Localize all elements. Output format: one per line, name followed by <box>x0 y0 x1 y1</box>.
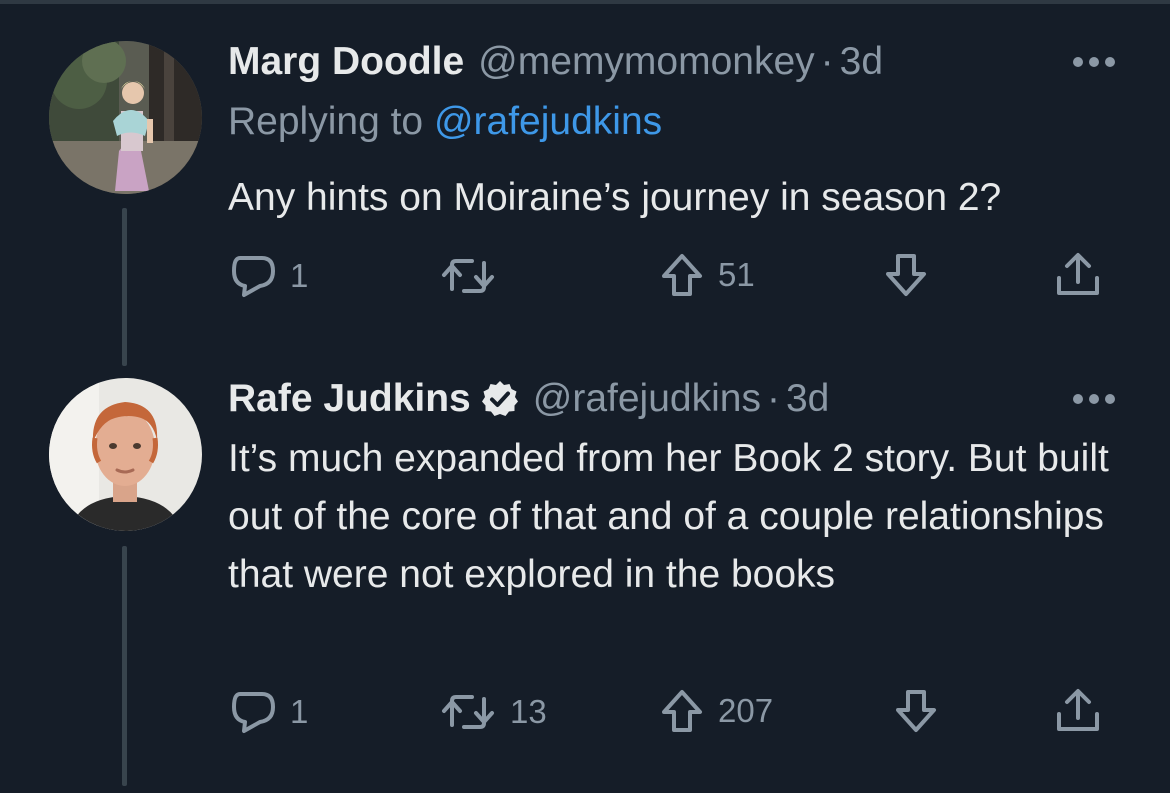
retweet-button[interactable]: 13 <box>440 691 547 733</box>
tweet-marg-doodle[interactable]: Marg Doodle @memymomonkey · 3d Replying … <box>0 0 1170 370</box>
separator: · <box>820 40 834 83</box>
reply-count: 1 <box>290 693 309 730</box>
reply-icon <box>232 692 275 733</box>
avatar[interactable] <box>49 378 202 531</box>
retweet-icon <box>442 259 494 293</box>
thread-line <box>122 546 127 786</box>
upvote-icon <box>662 254 702 296</box>
reply-button[interactable]: 1 <box>230 254 308 298</box>
upvote-count: 207 <box>718 692 774 729</box>
tweet-rafe-judkins[interactable]: Rafe Judkins @rafejudkins · 3d It’s much… <box>0 370 1170 793</box>
user-handle[interactable]: @memymomonkey <box>478 38 815 86</box>
share-icon <box>1057 689 1099 731</box>
replying-prefix: Replying to <box>228 100 434 143</box>
tweet-text: Any hints on Moiraine’s journey in seaso… <box>228 176 1002 219</box>
tweet-header: Marg Doodle @memymomonkey · 3d <box>228 38 883 86</box>
verified-badge-icon <box>481 381 518 416</box>
thread-line <box>122 208 127 366</box>
downvote-button[interactable] <box>894 688 938 734</box>
tweet-header: Rafe Judkins @rafejudkins · 3d <box>228 375 829 423</box>
retweet-button[interactable] <box>440 255 510 297</box>
upvote-button[interactable]: 207 <box>660 688 773 734</box>
replying-to: Replying to @rafejudkins <box>228 98 662 146</box>
timestamp[interactable]: 3d <box>786 375 829 423</box>
tweet-text: It’s much expanded from her Book 2 story… <box>228 437 1109 596</box>
downvote-button[interactable] <box>884 252 928 298</box>
more-icon[interactable] <box>1072 56 1116 68</box>
upvote-count: 51 <box>718 256 755 293</box>
upvote-button[interactable]: 51 <box>660 252 755 298</box>
retweet-count: 13 <box>510 693 547 730</box>
retweet-icon <box>442 695 494 729</box>
downvote-icon <box>886 254 926 296</box>
downvote-icon <box>896 690 936 732</box>
reply-count: 1 <box>290 257 309 294</box>
reply-icon <box>232 256 275 297</box>
share-button[interactable] <box>1054 250 1102 298</box>
share-icon <box>1057 253 1099 295</box>
timestamp[interactable]: 3d <box>840 38 883 86</box>
mention-link[interactable]: @rafejudkins <box>434 100 662 143</box>
display-name[interactable]: Marg Doodle <box>228 38 464 86</box>
user-handle[interactable]: @rafejudkins <box>533 375 761 423</box>
separator: · <box>766 377 780 420</box>
reply-button[interactable]: 1 <box>230 690 308 734</box>
avatar[interactable] <box>49 41 202 194</box>
more-icon[interactable] <box>1072 393 1116 405</box>
display-name[interactable]: Rafe Judkins <box>228 375 471 423</box>
upvote-icon <box>662 690 702 732</box>
red-haired-man-photo <box>49 378 202 531</box>
share-button[interactable] <box>1054 686 1102 734</box>
woman-in-dress-photo <box>49 41 202 194</box>
